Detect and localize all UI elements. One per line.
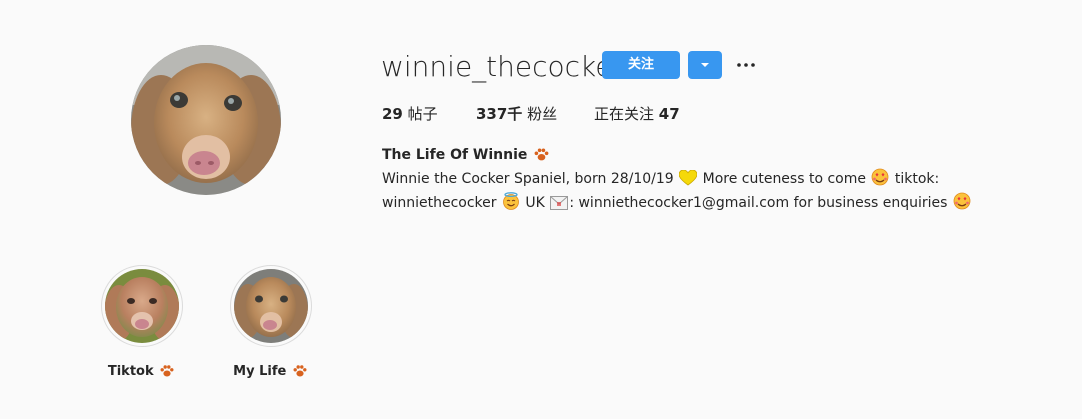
dog-photo <box>131 45 281 195</box>
stat-following[interactable]: 正在关注 47 <box>594 104 680 124</box>
more-dots-icon <box>737 63 755 67</box>
highlight-label: My Life <box>221 363 321 379</box>
profile-username: winnie_thecocker <box>381 50 625 83</box>
highlight-thumbnail <box>105 269 179 343</box>
posts-count: 29 <box>382 105 403 123</box>
following-count: 47 <box>658 105 680 123</box>
highlight-ring <box>230 265 312 347</box>
envelope-icon <box>550 196 569 210</box>
highlight-tiktok[interactable]: Tiktok <box>92 265 192 379</box>
dog-photo <box>105 269 179 343</box>
highlight-my-life[interactable]: My Life <box>221 265 321 379</box>
following-label: 正在关注 <box>594 105 655 123</box>
yellow-heart-icon <box>679 170 698 186</box>
profile-avatar[interactable] <box>131 45 281 195</box>
bio-text-email: : winniethecocker1@gmail.com for busines… <box>569 195 948 211</box>
more-options-button[interactable] <box>732 52 760 78</box>
bio-line-1: Winnie the Cocker Spaniel, born 28/10/19… <box>382 168 939 190</box>
highlight-label-text: My Life <box>233 364 287 379</box>
smiling-face-with-hearts-icon <box>871 168 890 186</box>
bio-line-2: winniethecocker UK : winniethecocker1@gm… <box>382 192 972 214</box>
chevron-down-icon <box>701 63 709 67</box>
bio-text-uk: UK <box>525 195 545 211</box>
suggestions-dropdown-button[interactable] <box>688 51 722 79</box>
followers-label: 粉丝 <box>527 105 558 123</box>
bio-text-handle: winniethecocker <box>382 195 497 211</box>
smiling-face-with-halo-icon <box>502 192 520 210</box>
bio-text-tiktok: tiktok: <box>894 171 940 187</box>
followers-count: 337千 <box>476 105 523 123</box>
highlight-label-text: Tiktok <box>107 364 154 379</box>
smiling-face-with-hearts-icon <box>953 192 971 210</box>
bio-text-cuteness: More cuteness to come <box>702 171 866 187</box>
paw-icon <box>293 365 307 377</box>
highlight-thumbnail <box>234 269 308 343</box>
dog-photo <box>234 269 308 343</box>
bio-full-name: The Life Of Winnie <box>382 144 551 166</box>
highlight-ring <box>101 265 183 347</box>
posts-label: 帖子 <box>407 105 438 123</box>
stat-posts: 29 帖子 <box>382 104 438 124</box>
highlight-label: Tiktok <box>92 363 192 379</box>
follow-button[interactable]: 关注 <box>602 51 680 79</box>
paw-icon <box>160 365 174 377</box>
bio-name-text: The Life Of Winnie <box>382 147 528 163</box>
bio-text-birth: Winnie the Cocker Spaniel, born 28/10/19 <box>382 171 674 187</box>
stat-followers[interactable]: 337千 粉丝 <box>476 104 557 124</box>
paw-icon <box>534 148 549 161</box>
